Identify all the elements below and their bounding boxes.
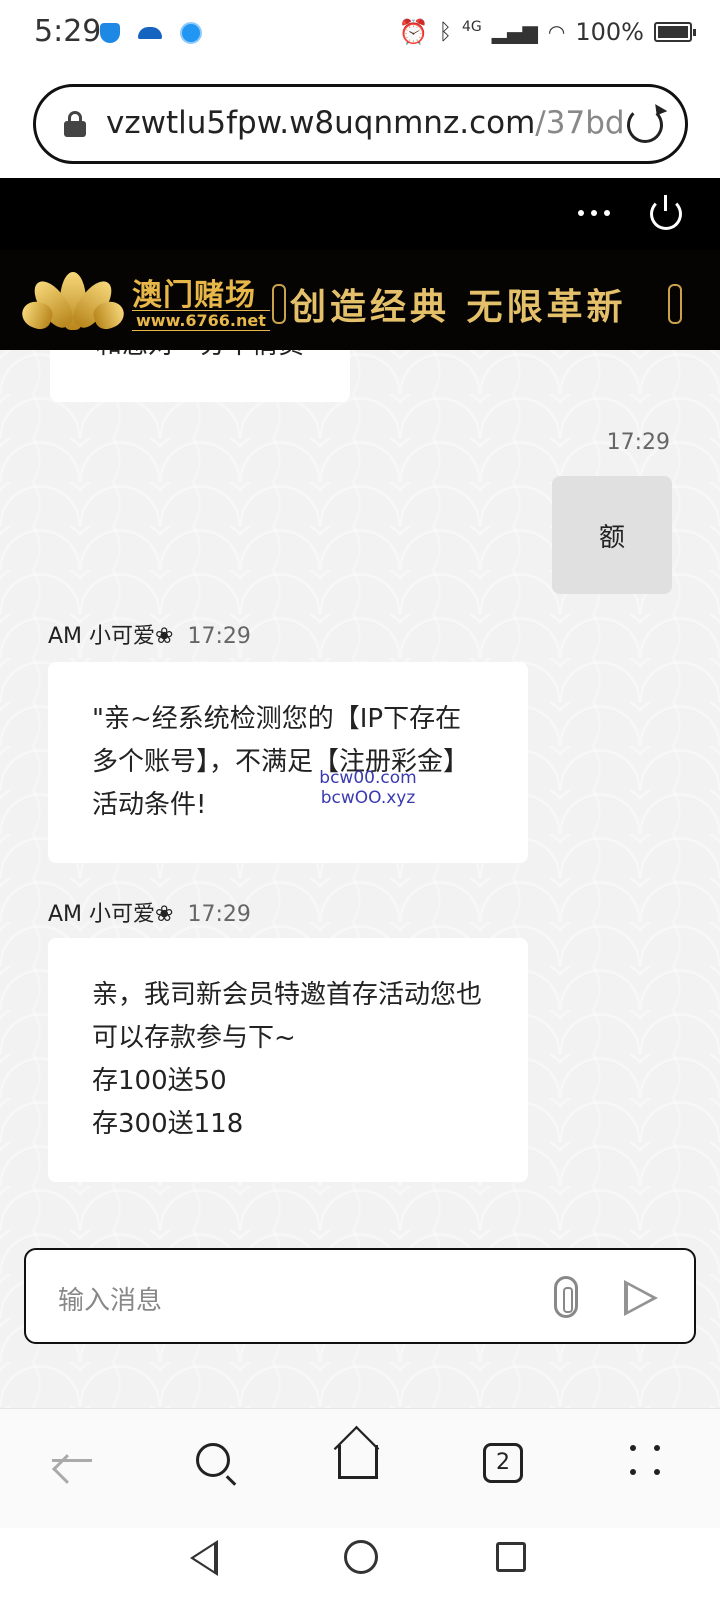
more-options-icon[interactable] bbox=[578, 210, 610, 216]
send-icon[interactable] bbox=[624, 1280, 658, 1316]
system-icons: ⏰ ᛒ 4G ▂▄▆ ◠ 100% bbox=[398, 18, 696, 46]
system-recents-icon[interactable] bbox=[496, 1542, 526, 1572]
scroll-ornament-icon bbox=[668, 284, 682, 324]
message-text: 亲，我司新会员特邀首存活动您也可以存款参与下~ bbox=[92, 980, 483, 1053]
system-navigation bbox=[0, 1528, 720, 1600]
back-arrow-icon[interactable] bbox=[52, 1459, 92, 1462]
brand-url: www.6766.net bbox=[132, 310, 270, 331]
bird-app-icon bbox=[138, 27, 162, 39]
message-text: 存100送50 bbox=[92, 1066, 227, 1096]
shield-icon bbox=[100, 23, 120, 43]
sender-label: AM 小可爱❀ 17:29 bbox=[48, 902, 251, 927]
address-bar[interactable]: vzwtlu5fpw.w8uqnmnz.com/37bd bbox=[33, 84, 688, 164]
signal-icon: ▂▄▆ bbox=[491, 20, 538, 44]
home-icon[interactable] bbox=[338, 1445, 378, 1479]
reload-icon[interactable] bbox=[627, 107, 663, 143]
wifi-icon: ◠ bbox=[547, 20, 566, 44]
menu-dots-icon[interactable] bbox=[630, 1445, 664, 1479]
page-header bbox=[0, 178, 720, 250]
outgoing-message-bubble[interactable]: 额 bbox=[552, 476, 672, 594]
lotus-logo-icon bbox=[18, 270, 128, 333]
input-placeholder[interactable]: 输入消息 bbox=[58, 1280, 162, 1317]
message-input[interactable]: 输入消息 bbox=[24, 1248, 696, 1344]
bluetooth-icon: ᛒ bbox=[438, 19, 452, 45]
globe-icon bbox=[180, 22, 202, 44]
message-time: 17:29 bbox=[606, 430, 670, 455]
power-icon[interactable] bbox=[650, 195, 682, 230]
brand-name: 澳门赌场 bbox=[132, 278, 256, 313]
message-text: 额 bbox=[598, 522, 625, 553]
status-bar: 5:29 ⏰ ᛒ 4G ▂▄▆ ◠ 100% bbox=[0, 0, 720, 70]
incoming-message-bubble[interactable]: "亲~经系统检测您的【IP下存在多个账号】，不满足【注册彩金】活动条件! bbox=[48, 662, 528, 863]
sender-label: AM 小可爱❀ 17:29 bbox=[48, 624, 251, 649]
url-text[interactable]: vzwtlu5fpw.w8uqnmnz.com/37bd bbox=[106, 105, 626, 141]
notification-icons bbox=[100, 22, 202, 44]
incoming-message-bubble[interactable]: 亲，我司新会员特邀首存活动您也可以存款参与下~ 存100送50 存300送118 bbox=[48, 938, 528, 1182]
network-label: 4G bbox=[462, 19, 482, 35]
banner-slogan: 创造经典 无限革新 bbox=[290, 286, 627, 328]
system-back-icon[interactable] bbox=[190, 1540, 218, 1576]
browser-toolbar: 2 bbox=[0, 1408, 720, 1528]
scroll-ornament-icon bbox=[272, 284, 286, 324]
battery-icon bbox=[654, 22, 696, 42]
tabs-count-button[interactable]: 2 bbox=[483, 1443, 523, 1483]
search-icon[interactable] bbox=[196, 1443, 230, 1477]
watermark: bcw00.com bcwOO.xyz bbox=[318, 762, 418, 808]
message-bubble-partial: 和您对一分不情员 bbox=[50, 350, 350, 402]
alarm-icon: ⏰ bbox=[398, 18, 429, 46]
clock: 5:29 bbox=[34, 14, 102, 49]
message-text: 存300送118 bbox=[92, 1109, 244, 1139]
paperclip-icon[interactable] bbox=[554, 1276, 578, 1318]
casino-banner: 澳门赌场 www.6766.net 创造经典 无限革新 bbox=[0, 250, 720, 350]
lock-icon[interactable] bbox=[64, 111, 86, 137]
battery-percent: 100% bbox=[575, 18, 644, 46]
system-home-icon[interactable] bbox=[344, 1540, 378, 1574]
